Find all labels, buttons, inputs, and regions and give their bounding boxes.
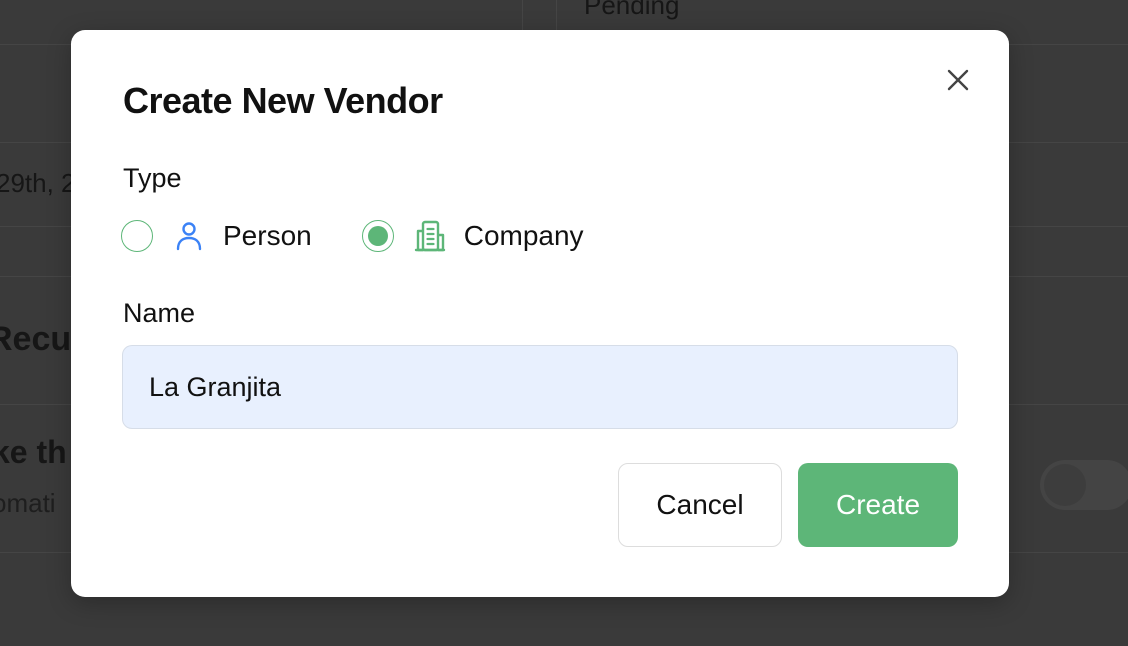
name-input[interactable] (122, 345, 958, 429)
name-label: Name (123, 298, 196, 328)
type-label: Type (123, 163, 182, 193)
company-option-label: Company (463, 220, 584, 251)
background-section-heading: Recu (0, 320, 72, 358)
person-option-label: Person (223, 220, 312, 251)
create-button[interactable]: Create (798, 463, 958, 547)
background-divider (522, 0, 523, 30)
background-row-title: ke th (0, 434, 67, 470)
close-icon (946, 68, 970, 97)
background-toggle (1040, 460, 1128, 510)
background-divider (556, 0, 557, 30)
type-option-company[interactable]: Company (361, 218, 584, 254)
type-radio-group: Person Company (121, 218, 584, 254)
close-button[interactable] (941, 65, 975, 99)
company-radio[interactable] (361, 220, 394, 252)
person-radio[interactable] (121, 220, 153, 252)
type-option-person[interactable]: Person (121, 218, 312, 254)
background-date-text: 29th, 2 (0, 168, 76, 198)
radio-selected-dot (367, 226, 388, 246)
building-icon (412, 218, 448, 254)
cancel-button[interactable]: Cancel (618, 463, 782, 547)
background-status-text: Pending (584, 0, 680, 20)
background-row-subtitle: omati (0, 488, 56, 518)
person-icon (171, 218, 207, 254)
create-vendor-dialog: Create New Vendor Type Person Company Na… (71, 30, 1009, 597)
dialog-title: Create New Vendor (123, 80, 443, 121)
background-toggle-knob (1044, 464, 1086, 506)
